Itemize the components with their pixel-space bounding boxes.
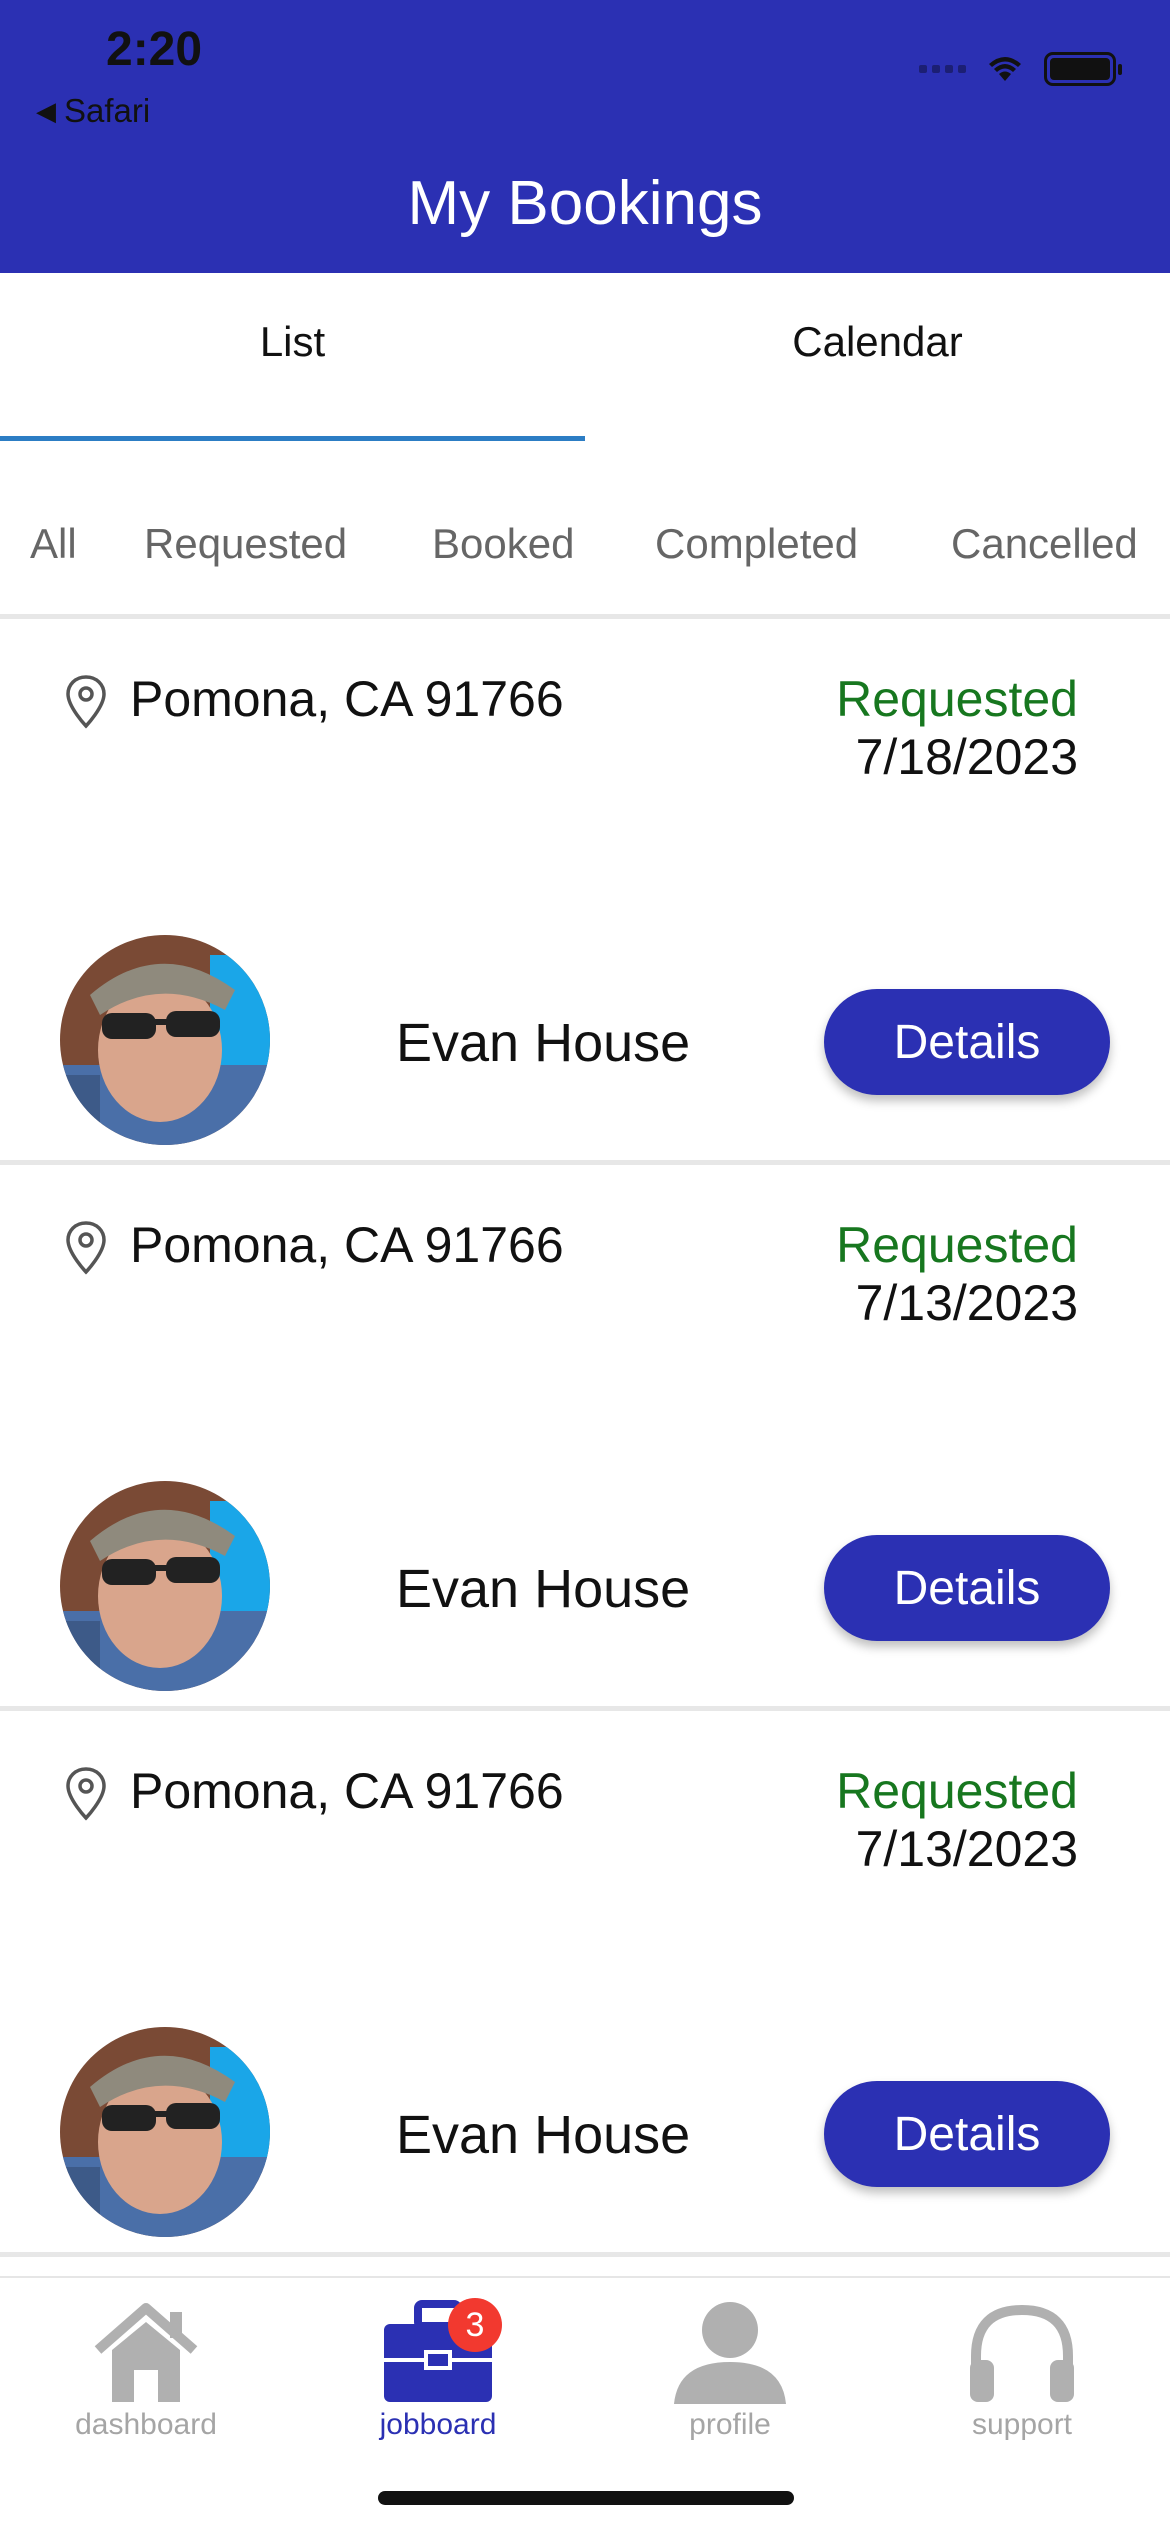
nav-label: profile [689, 2408, 771, 2441]
filter-booked[interactable]: Booked [432, 520, 574, 568]
battery-icon [1044, 52, 1122, 86]
booking-status: Requested [836, 1217, 1078, 1273]
filter-cancelled[interactable]: Cancelled [951, 520, 1138, 568]
filter-requested[interactable]: Requested [144, 520, 347, 568]
booking-location: Pomona, CA 91766 [130, 671, 564, 727]
booking-date: 7/18/2023 [855, 729, 1078, 785]
avatar [60, 2027, 270, 2237]
back-triangle-icon: ◀ [36, 95, 56, 126]
booking-card: Pomona, CA 91766 Requested 7/18/2023 Eva… [0, 620, 1170, 1165]
nav-support[interactable]: support [876, 2298, 1168, 2458]
booking-card: Pomona, CA 91766 Requested 7/13/2023 Eva… [0, 1166, 1170, 1711]
briefcase-icon-wrapper: 3 [378, 2298, 502, 2408]
avatar [60, 935, 270, 1145]
nav-label: dashboard [75, 2408, 217, 2441]
nav-label: support [971, 2408, 1073, 2441]
filter-all[interactable]: All [30, 520, 77, 568]
status-icons [919, 52, 1122, 86]
location-pin-icon [66, 675, 106, 729]
tab-calendar[interactable]: Calendar [585, 273, 1170, 441]
house-icon [94, 2303, 198, 2402]
tab-list[interactable]: List [0, 273, 585, 441]
nav-jobboard[interactable]: 3 jobboard [292, 2298, 584, 2458]
status-time: 2:20 [106, 23, 203, 76]
person-icon [674, 2302, 786, 2404]
provider-name: Evan House [396, 1013, 691, 1073]
location-pin-icon [66, 1767, 106, 1821]
divider [0, 2252, 1170, 2257]
details-button[interactable]: Details [824, 2081, 1110, 2187]
home-indicator [378, 2491, 794, 2505]
divider [0, 614, 1170, 619]
filter-completed[interactable]: Completed [655, 520, 858, 568]
view-tabs: List Calendar [0, 273, 1170, 441]
nav-profile[interactable]: profile [584, 2298, 876, 2458]
wifi-icon [989, 57, 1021, 81]
booking-status: Requested [836, 671, 1078, 727]
app-header: 2:20 ◀ Safari My Bookings [0, 0, 1170, 273]
divider [0, 1160, 1170, 1165]
status-filter-bar: All Requested Booked Completed Cancelled [0, 500, 1170, 590]
provider-name: Evan House [396, 1559, 691, 1619]
booking-date: 7/13/2023 [855, 1275, 1078, 1331]
back-label: Safari [64, 92, 151, 129]
notification-badge: 3 [448, 2298, 502, 2352]
details-button[interactable]: Details [824, 989, 1110, 1095]
cellular-signal-icon [919, 65, 966, 73]
nav-dashboard[interactable]: dashboard [0, 2298, 292, 2458]
nav-label: jobboard [379, 2408, 497, 2441]
booking-location: Pomona, CA 91766 [130, 1763, 564, 1819]
back-to-safari-link[interactable]: ◀ Safari [36, 92, 150, 130]
divider [0, 1706, 1170, 1711]
avatar [60, 1481, 270, 1691]
booking-location: Pomona, CA 91766 [130, 1217, 564, 1273]
booking-status: Requested [836, 1763, 1078, 1819]
page-title: My Bookings [407, 169, 763, 238]
provider-name: Evan House [396, 2105, 691, 2165]
details-button[interactable]: Details [824, 1535, 1110, 1641]
booking-date: 7/13/2023 [855, 1821, 1078, 1877]
headphones-icon [970, 2304, 1074, 2402]
location-pin-icon [66, 1221, 106, 1275]
booking-card: Pomona, CA 91766 Requested 7/13/2023 Eva… [0, 1712, 1170, 2257]
